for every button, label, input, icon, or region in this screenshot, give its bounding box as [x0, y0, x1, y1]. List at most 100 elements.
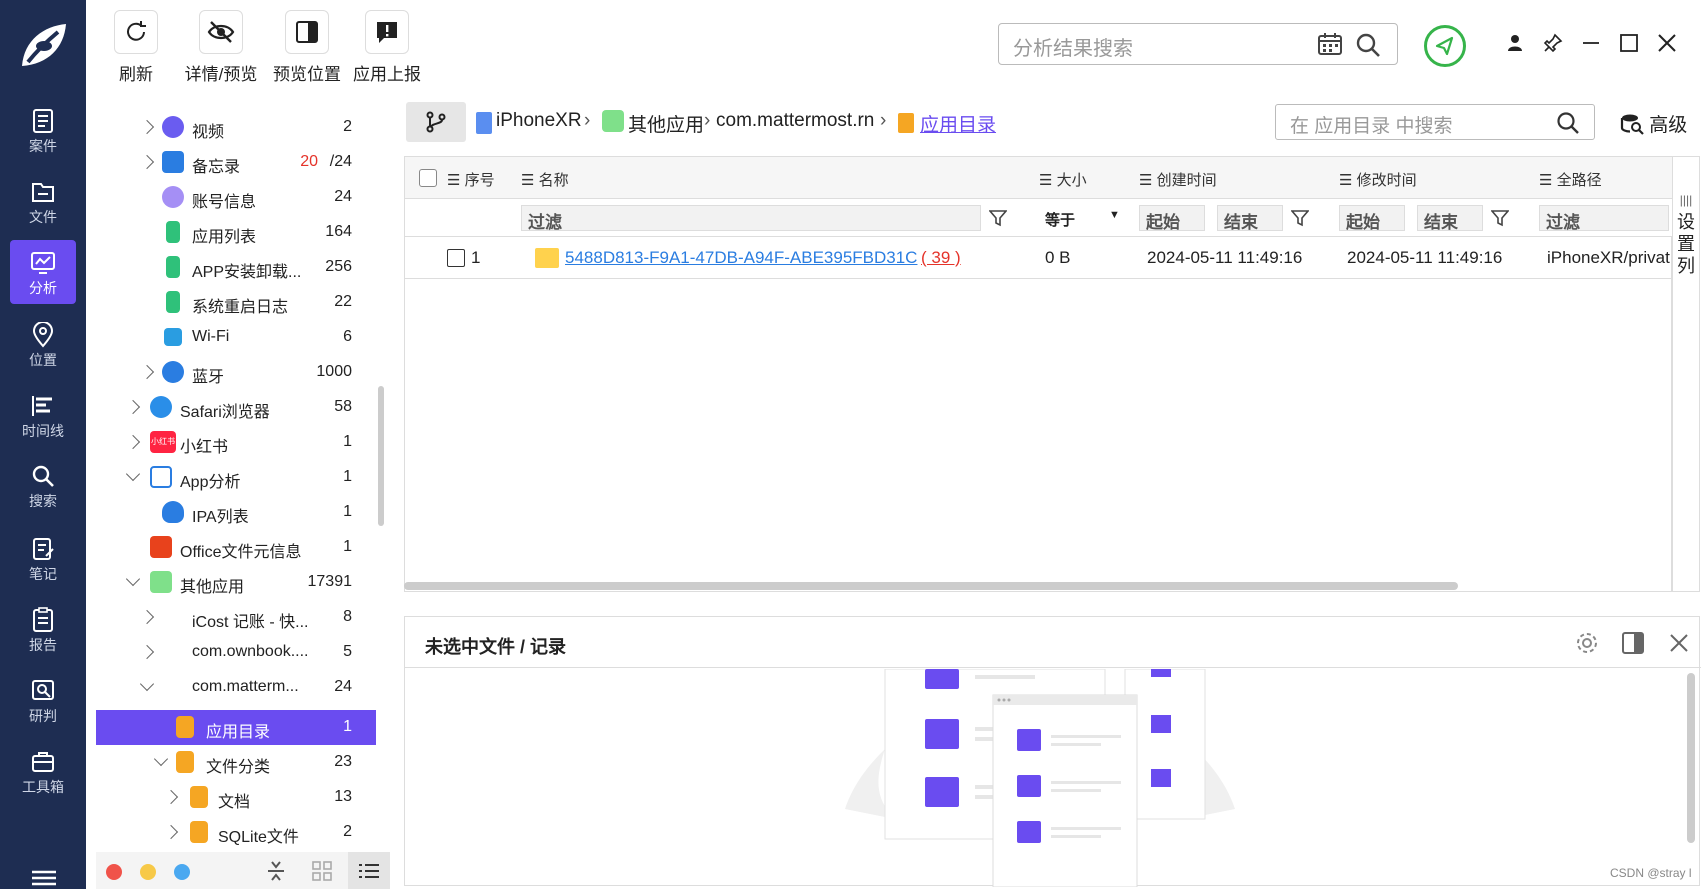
- nav-analysis[interactable]: 分析: [10, 240, 76, 304]
- breadcrumb-device[interactable]: iPhoneXR: [496, 110, 582, 132]
- calendar-icon[interactable]: [1317, 32, 1343, 62]
- tree-item-bluetooth[interactable]: 蓝牙 1000: [96, 355, 376, 390]
- row-checkbox[interactable]: [447, 249, 465, 267]
- branch-icon[interactable]: [406, 102, 466, 142]
- tree-item-app-analysis[interactable]: App分析 1: [96, 460, 376, 495]
- tree-item-ownbook[interactable]: com.ownbook.... 5: [96, 635, 376, 670]
- tree-item-memo[interactable]: 备忘录 20 /24: [96, 145, 376, 180]
- filter-icon[interactable]: [1490, 209, 1510, 232]
- nav-file[interactable]: 文件: [10, 169, 76, 233]
- breadcrumb-app[interactable]: com.mattermost.rn: [716, 110, 874, 132]
- chevron-right-icon[interactable]: [163, 824, 179, 840]
- name-filter-input[interactable]: 过滤: [521, 205, 981, 232]
- nav-report[interactable]: 报告: [10, 597, 76, 661]
- tree-count: 17391: [307, 573, 353, 590]
- panel-right-icon[interactable]: [1621, 631, 1645, 660]
- directory-search-input[interactable]: 在 应用目录 中搜索: [1275, 104, 1595, 140]
- app-report-button[interactable]: 应用上报: [332, 10, 442, 85]
- chevron-down-icon[interactable]: [125, 571, 141, 587]
- tree-item-xiaohongshu[interactable]: 小红书 小红书 1: [96, 425, 376, 460]
- nav-location[interactable]: 位置: [10, 312, 76, 376]
- select-all-checkbox[interactable]: [419, 169, 437, 187]
- row-child-count[interactable]: ( 39 ): [921, 248, 961, 268]
- tree-item-app-directory[interactable]: 应用目录 1: [96, 710, 376, 745]
- search-icon[interactable]: [1355, 32, 1381, 64]
- tree-item-app-list[interactable]: 应用列表 164: [96, 215, 376, 250]
- path-filter-input[interactable]: 过滤: [1539, 205, 1669, 232]
- chevron-right-icon[interactable]: [163, 789, 179, 805]
- tree-item-office-meta[interactable]: Office文件元信息 1: [96, 530, 376, 565]
- tree-item-ipa-list[interactable]: IPA列表 1: [96, 495, 376, 530]
- grid-view-icon[interactable]: [312, 861, 332, 886]
- created-start-input[interactable]: 起始: [1139, 205, 1205, 232]
- dropdown-arrow-icon[interactable]: ▼: [1109, 209, 1120, 221]
- row-name-link[interactable]: 5488D813-F9A1-47DB-A94F-ABE395FBD31C: [565, 248, 917, 268]
- chevron-right-icon[interactable]: [139, 364, 155, 380]
- tree-item-safari[interactable]: Safari浏览器 58: [96, 390, 376, 425]
- col-header-modified[interactable]: ☰ 修改时间: [1339, 169, 1417, 190]
- col-header-created[interactable]: ☰ 创建时间: [1139, 169, 1217, 190]
- list-view-icon[interactable]: [348, 852, 390, 889]
- breadcrumb-current[interactable]: 应用目录: [920, 110, 996, 137]
- tree-item-file-category[interactable]: 文件分类 23: [96, 745, 376, 780]
- nav-case[interactable]: 案件: [10, 98, 76, 162]
- yellow-dot-icon[interactable]: [140, 864, 156, 880]
- chevron-down-icon[interactable]: [153, 751, 169, 767]
- chevron-right-icon[interactable]: [139, 154, 155, 170]
- tree-item-mattermost[interactable]: com.matterm... 24: [96, 670, 376, 705]
- nav-timeline[interactable]: 时间线: [10, 383, 76, 447]
- table-row[interactable]: 1 5488D813-F9A1-47DB-A94F-ABE395FBD31C (…: [405, 237, 1673, 279]
- breadcrumb-group[interactable]: 其他应用: [628, 110, 704, 137]
- tree-item-wifi[interactable]: Wi-Fi 6: [96, 320, 376, 355]
- col-header-name[interactable]: ☰ 名称: [521, 169, 569, 190]
- nav-search[interactable]: 搜索: [10, 453, 76, 517]
- chevron-down-icon[interactable]: [125, 466, 141, 482]
- chevron-down-icon[interactable]: [139, 676, 155, 692]
- size-operator-select[interactable]: 等于: [1045, 209, 1075, 230]
- tree-item-app-install[interactable]: APP安装卸载... 256: [96, 250, 376, 285]
- red-dot-icon[interactable]: [106, 864, 122, 880]
- close-icon[interactable]: [1656, 32, 1678, 54]
- chevron-right-icon[interactable]: [139, 644, 155, 660]
- pin-icon[interactable]: [1542, 32, 1564, 54]
- detail-scrollbar[interactable]: [1687, 673, 1695, 843]
- collapse-icon[interactable]: [266, 860, 286, 887]
- nav-note[interactable]: 笔记: [10, 526, 76, 590]
- chevron-right-icon[interactable]: [125, 399, 141, 415]
- gear-icon[interactable]: [1575, 631, 1599, 660]
- maximize-icon[interactable]: [1618, 32, 1640, 54]
- refresh-button[interactable]: 刷新: [96, 10, 176, 85]
- blue-dot-icon[interactable]: [174, 864, 190, 880]
- col-header-size[interactable]: ☰ 大小: [1039, 169, 1087, 190]
- tree-item-video[interactable]: 视频 2: [96, 110, 376, 145]
- chevron-right-icon[interactable]: [139, 609, 155, 625]
- advanced-search-button[interactable]: 高级: [1620, 110, 1687, 137]
- col-header-index[interactable]: ☰ 序号: [447, 169, 495, 190]
- tree-item-sqlite[interactable]: SQLite文件 2: [96, 815, 376, 850]
- grid-horizontal-scrollbar[interactable]: [404, 582, 1458, 590]
- chevron-right-icon[interactable]: [125, 434, 141, 450]
- column-settings-button[interactable]: |||| 设置列: [1672, 156, 1700, 592]
- upload-status-button[interactable]: [1424, 25, 1466, 67]
- search-icon[interactable]: [1556, 111, 1580, 141]
- analysis-search-input[interactable]: 分析结果搜索: [998, 23, 1398, 65]
- tree-item-icost[interactable]: iCost 记账 - 快... 8: [96, 600, 376, 635]
- created-end-input[interactable]: 结束: [1217, 205, 1283, 232]
- tree-item-other-apps[interactable]: 其他应用 17391: [96, 565, 376, 600]
- tree-item-documents[interactable]: 文档 13: [96, 780, 376, 815]
- filter-icon[interactable]: [1290, 209, 1310, 232]
- minimize-icon[interactable]: [1580, 32, 1602, 54]
- tree-item-reboot-log[interactable]: 系统重启日志 22: [96, 285, 376, 320]
- chevron-right-icon[interactable]: [139, 119, 155, 135]
- tree-scrollbar[interactable]: [378, 386, 384, 526]
- col-header-path[interactable]: ☰ 全路径: [1539, 169, 1602, 190]
- nav-toolbox[interactable]: 工具箱: [10, 739, 76, 803]
- modified-end-input[interactable]: 结束: [1417, 205, 1483, 232]
- close-icon[interactable]: [1667, 631, 1691, 660]
- filter-icon[interactable]: [988, 209, 1008, 232]
- user-icon[interactable]: [1504, 32, 1526, 54]
- nav-judge[interactable]: 研判: [10, 668, 76, 732]
- modified-start-input[interactable]: 起始: [1339, 205, 1405, 232]
- tree-item-account[interactable]: 账号信息 24: [96, 180, 376, 215]
- menu-icon[interactable]: [32, 868, 56, 891]
